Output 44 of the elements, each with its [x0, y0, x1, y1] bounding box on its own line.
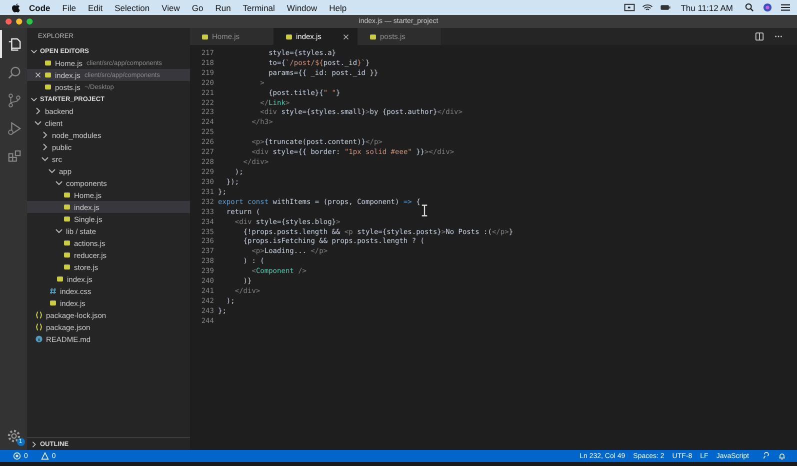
search-icon: [7, 64, 22, 80]
hash-icon: [49, 287, 57, 295]
menu-item[interactable]: Window: [286, 2, 318, 12]
chevron-icon: [30, 48, 38, 54]
js-file-icon: [285, 32, 293, 40]
window-controls-icon[interactable]: [5, 18, 35, 25]
run-debug-icon: [7, 120, 22, 136]
menu-item[interactable]: View: [162, 2, 180, 12]
battery-icon[interactable]: [660, 3, 671, 12]
chevron-icon: [31, 440, 37, 448]
extensions-icon: [7, 148, 22, 164]
text-cursor-icon: [421, 204, 428, 217]
search-icon[interactable]: [744, 3, 755, 12]
menu-item[interactable]: Go: [192, 2, 204, 12]
clock[interactable]: Thu 11:12 AM: [680, 2, 733, 12]
js-file-icon: [369, 32, 377, 40]
files-icon: [7, 36, 22, 52]
menu-item[interactable]: Terminal: [242, 2, 275, 12]
branch-icon: [7, 92, 22, 108]
menu-item[interactable]: Help: [329, 2, 347, 12]
braces-icon: [35, 311, 43, 319]
list-icon[interactable]: [780, 3, 791, 12]
gear-icon: [6, 428, 22, 444]
error-icon[interactable]: [13, 452, 21, 460]
bell-icon[interactable]: [778, 452, 786, 460]
app-menu[interactable]: Code: [29, 2, 50, 12]
apple-logo-icon[interactable]: [12, 2, 20, 12]
menu-item[interactable]: Edit: [88, 2, 103, 12]
js-file-icon: [49, 299, 57, 307]
chevron-icon: [55, 228, 63, 234]
wifi-icon[interactable]: [642, 3, 653, 12]
assistant-orb-icon[interactable]: [762, 3, 773, 12]
menu-item[interactable]: Selection: [114, 2, 150, 12]
braces-icon: [35, 323, 43, 331]
warning-icon[interactable]: [40, 452, 49, 460]
close-icon[interactable]: [343, 34, 349, 40]
info-icon: [35, 335, 43, 343]
js-file-icon: [201, 32, 209, 40]
split-editor-icon[interactable]: [755, 32, 764, 41]
close-icon[interactable]: [35, 72, 41, 78]
screen-mirror-icon[interactable]: [624, 3, 635, 12]
feedback-icon[interactable]: [762, 452, 770, 460]
menu-item[interactable]: Run: [215, 2, 231, 12]
menu-item[interactable]: File: [62, 2, 76, 12]
